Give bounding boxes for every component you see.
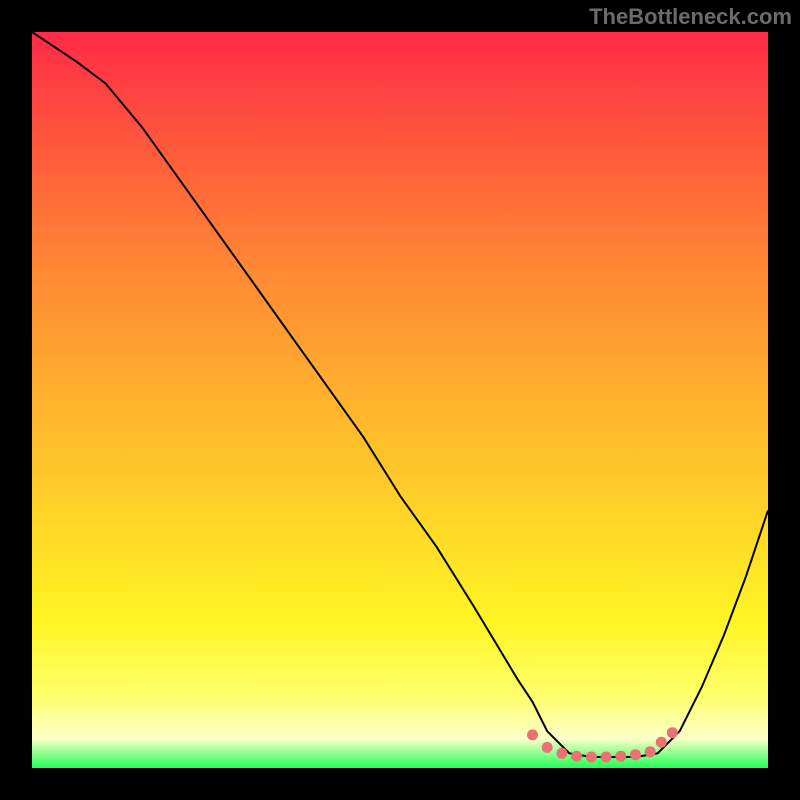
chart-container: TheBottleneck.com	[0, 0, 800, 800]
gradient-rect	[32, 32, 768, 768]
watermark-text: TheBottleneck.com	[589, 4, 792, 30]
gradient-background	[32, 32, 768, 768]
